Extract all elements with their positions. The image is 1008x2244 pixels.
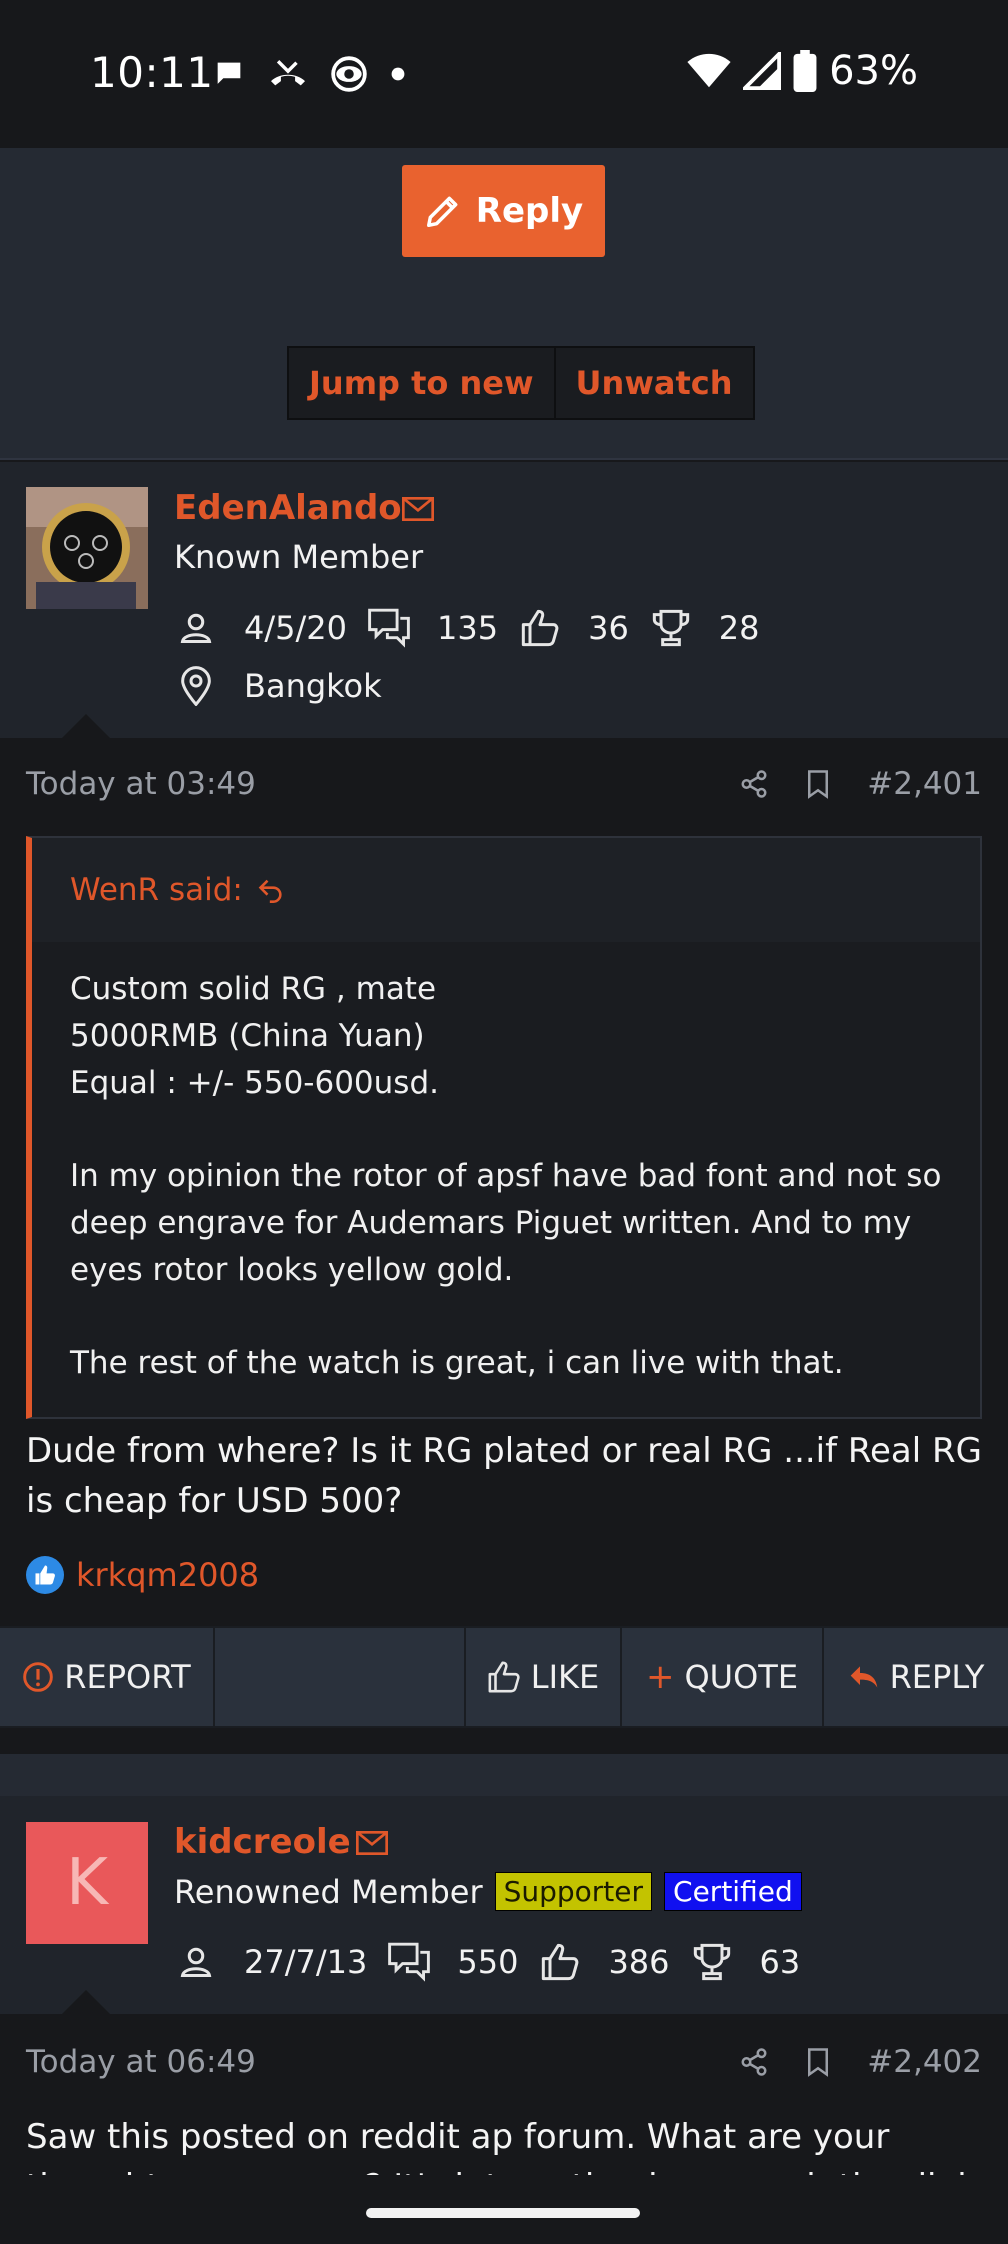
reactions-bar[interactable]: krkqm2008 (26, 1556, 259, 1594)
battery-icon (793, 50, 817, 92)
reply-label: REPLY (889, 1658, 985, 1696)
report-button[interactable]: REPORT (0, 1628, 215, 1726)
missed-call-icon (271, 60, 305, 86)
reply-button-label: Reply (475, 191, 584, 231)
quote-button[interactable]: + QUOTE (622, 1628, 824, 1726)
post-separator (0, 1754, 1008, 1796)
like-button[interactable]: LIKE (466, 1628, 622, 1726)
thumbs-up-icon (488, 1661, 520, 1693)
bookmark-icon[interactable] (805, 2047, 831, 2077)
post-user-header: K kidcreole Renowned Member Supporter Ce… (0, 1796, 1008, 2014)
quote-line: The rest of the watch is great, i can li… (70, 1345, 844, 1381)
battery-percent: 63% (829, 48, 918, 94)
avatar[interactable]: K (26, 1822, 148, 1944)
alert-icon (23, 1662, 54, 1692)
home-indicator[interactable] (366, 2208, 640, 2218)
username[interactable]: EdenAlando (174, 488, 402, 528)
messages-icon (367, 606, 411, 650)
thumbs-up-icon (538, 1940, 582, 1984)
user-title: Renowned Member Supporter Certified (174, 1872, 802, 1911)
reply-post-button[interactable]: REPLY (824, 1628, 1008, 1726)
status-bar: 10:11 63% (0, 0, 1008, 148)
chat-bubble-icon (217, 62, 241, 84)
post-number[interactable]: #2,402 (867, 2044, 982, 2080)
joined-date: 27/7/13 (244, 1943, 368, 1981)
quote-header[interactable]: WenR said: (32, 838, 980, 942)
thumbs-up-icon (518, 606, 562, 650)
signal-icon (743, 52, 782, 90)
location-pin-icon (174, 664, 218, 708)
location-text: Bangkok (244, 667, 382, 705)
trophy-icon (690, 1940, 734, 1984)
status-time: 10:11 (90, 48, 214, 97)
quote-line: In my opinion the rotor of apsf have bad… (70, 1158, 942, 1288)
avatar-letter: K (66, 1846, 108, 1920)
report-label: REPORT (64, 1658, 191, 1696)
action-spacer (215, 1628, 466, 1726)
post-meta: Today at 03:49 #2,401 (26, 766, 982, 802)
post-user-header: EdenAlando Known Member 4/5/20 135 36 28… (0, 462, 1008, 738)
liked-by-user[interactable]: krkqm2008 (76, 1556, 259, 1594)
caret (62, 714, 110, 738)
post-action-bar: REPORT LIKE + QUOTE REPLY (0, 1626, 1008, 1728)
joined-date: 4/5/20 (244, 609, 347, 647)
trophy-icon (649, 606, 693, 650)
unwatch-button[interactable]: Unwatch (553, 348, 753, 418)
quote-line: Equal : +/- 550-600usd. (70, 1065, 439, 1101)
user-stats: 27/7/13 550 386 63 (174, 1940, 820, 1984)
mail-icon[interactable] (402, 496, 434, 522)
thread-button-group: Jump to new Unwatch (287, 346, 755, 420)
mail-icon[interactable] (356, 1830, 388, 1856)
trophy-points: 63 (759, 1943, 801, 1981)
trophy-points: 28 (718, 609, 760, 647)
go-to-quote-icon[interactable] (257, 876, 285, 904)
post-date[interactable]: Today at 06:49 (26, 2044, 703, 2080)
plus-icon: + (645, 1657, 675, 1697)
user-icon (174, 606, 218, 650)
quote-body: Custom solid RG , mate 5000RMB (China Yu… (32, 942, 980, 1417)
reply-arrow-icon (850, 1666, 877, 1688)
wifi-icon (687, 53, 731, 88)
user-title-text: Known Member (174, 538, 424, 576)
dot-icon (391, 67, 405, 81)
status-right: 63% (687, 48, 918, 94)
jump-to-new-button[interactable]: Jump to new (289, 348, 554, 418)
notification-icons (212, 55, 406, 93)
share-icon[interactable] (739, 769, 769, 799)
user-title-text: Renowned Member (174, 1872, 483, 1911)
bookmark-icon[interactable] (805, 769, 831, 799)
avatar[interactable] (26, 487, 148, 609)
quote-line: Custom solid RG , mate (70, 971, 437, 1007)
share-icon[interactable] (739, 2047, 769, 2077)
quote-line: 5000RMB (China Yuan) (70, 1018, 425, 1054)
user-stats: 4/5/20 135 36 28 (174, 606, 780, 650)
post-date[interactable]: Today at 03:49 (26, 766, 703, 802)
message-count: 550 (457, 1943, 519, 1981)
quote-block: WenR said: Custom solid RG , mate 5000RM… (26, 836, 982, 1419)
app-root: 10:11 63% Reply Jump to new Unwatch Eden… (0, 0, 1008, 2244)
supporter-badge: Supporter (494, 1872, 653, 1911)
user-icon (174, 1940, 218, 1984)
eye-icon (331, 56, 367, 92)
quote-author[interactable]: WenR said: (70, 872, 243, 908)
post-number[interactable]: #2,401 (867, 766, 982, 802)
messages-icon (387, 1940, 431, 1984)
post-meta: Today at 06:49 #2,402 (26, 2044, 982, 2080)
quote-label: QUOTE (684, 1658, 799, 1696)
like-label: LIKE (530, 1658, 600, 1696)
pencil-icon (426, 196, 458, 227)
message-count: 135 (437, 609, 499, 647)
caret (62, 1990, 110, 2014)
user-location: Bangkok (174, 664, 402, 708)
reply-button[interactable]: Reply (402, 165, 605, 257)
certified-badge: Certified (664, 1872, 802, 1911)
user-title: Known Member (174, 538, 423, 576)
reaction-score: 36 (588, 609, 629, 647)
post-text: Dude from where? Is it RG plated or real… (26, 1431, 982, 1521)
thread-toolbar: Reply Jump to new Unwatch (0, 148, 1008, 460)
username[interactable]: kidcreole (174, 1822, 351, 1862)
reaction-score: 386 (608, 1943, 670, 1981)
like-reaction-icon (26, 1556, 64, 1594)
